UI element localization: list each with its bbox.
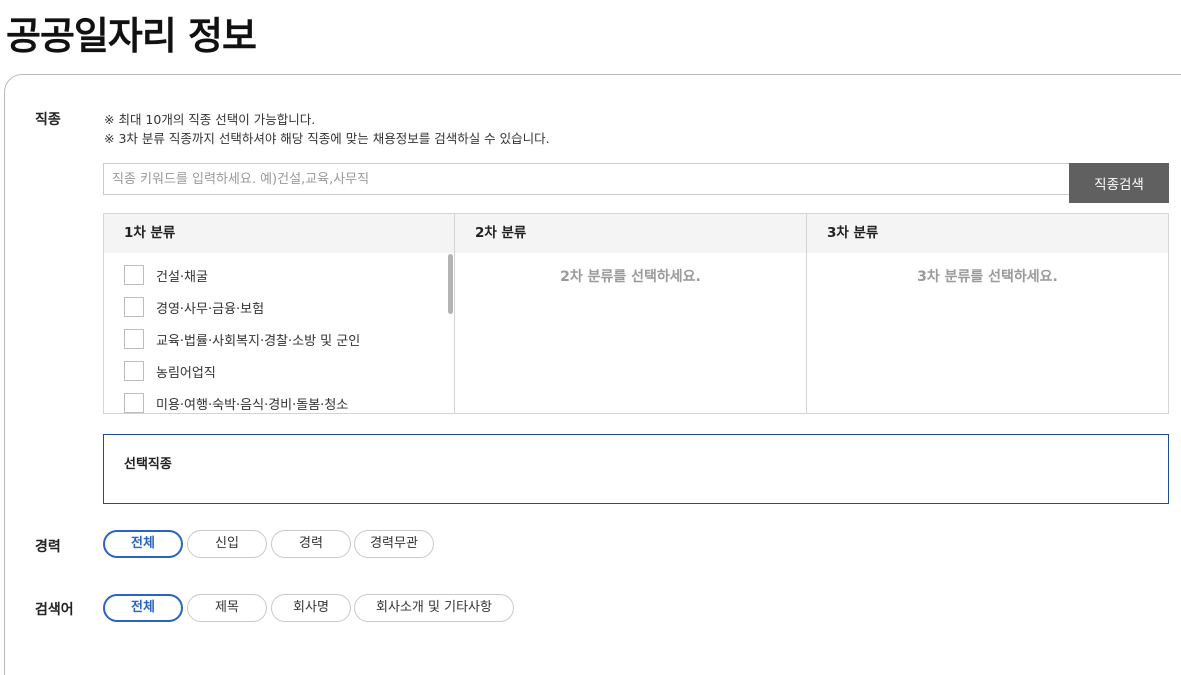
- category-item-label: 경영·사무·금융·보험: [156, 301, 265, 317]
- category-scrollbar[interactable]: [448, 254, 453, 314]
- selected-job-types: 선택직종: [103, 434, 1169, 504]
- category-item[interactable]: 경영·사무·금융·보험: [124, 295, 264, 319]
- checkbox[interactable]: [124, 265, 144, 285]
- career-option-new[interactable]: 신입: [187, 530, 267, 558]
- keyword-option-all[interactable]: 전체: [103, 594, 183, 622]
- checkbox[interactable]: [124, 361, 144, 381]
- category-header-level1: 1차 분류: [104, 214, 454, 253]
- category-header-level3: 3차 분류: [807, 214, 1168, 253]
- job-type-notice-max: ※ 최대 10개의 직종 선택이 가능합니다.: [104, 112, 316, 127]
- category-placeholder-level2: 2차 분류를 선택하세요.: [560, 269, 701, 285]
- category-item[interactable]: 미용·여행·숙박·음식·경비·돌봄·청소: [124, 391, 348, 413]
- category-item-label: 농림어업직: [156, 365, 216, 381]
- category-column-level3: 3차 분류 3차 분류를 선택하세요.: [807, 214, 1168, 413]
- keyword-option-company[interactable]: 회사명: [271, 594, 351, 622]
- job-keyword-input[interactable]: [103, 163, 1071, 195]
- category-item-label: 건설·채굴: [156, 269, 208, 285]
- category-selector: 1차 분류 건설·채굴 경영·사무·금융·보험 교육·법률·사회복지·경찰·소방…: [103, 213, 1169, 414]
- keyword-option-company-intro[interactable]: 회사소개 및 기타사항: [354, 594, 514, 622]
- checkbox[interactable]: [124, 297, 144, 317]
- job-search-button[interactable]: 직종검색: [1069, 163, 1169, 203]
- job-type-label: 직종: [35, 112, 61, 128]
- checkbox[interactable]: [124, 329, 144, 349]
- selected-job-types-title: 선택직종: [124, 457, 172, 472]
- keyword-option-title[interactable]: 제목: [187, 594, 267, 622]
- category-placeholder-level3: 3차 분류를 선택하세요.: [917, 269, 1058, 285]
- keyword-label: 검색어: [35, 602, 74, 618]
- category-column-level1: 1차 분류 건설·채굴 경영·사무·금융·보험 교육·법률·사회복지·경찰·소방…: [104, 214, 455, 413]
- category-header-level2: 2차 분류: [455, 214, 806, 253]
- career-label: 경력: [35, 539, 61, 555]
- category-item[interactable]: 건설·채굴: [124, 263, 208, 287]
- career-option-experienced[interactable]: 경력: [271, 530, 351, 558]
- category-item-label: 교육·법률·사회복지·경찰·소방 및 군인: [156, 333, 361, 349]
- category-item[interactable]: 농림어업직: [124, 359, 216, 383]
- career-option-all[interactable]: 전체: [103, 530, 183, 558]
- category-column-level2: 2차 분류 2차 분류를 선택하세요.: [455, 214, 807, 413]
- category-list-level1[interactable]: 건설·채굴 경영·사무·금융·보험 교육·법률·사회복지·경찰·소방 및 군인 …: [104, 253, 454, 413]
- category-item-label: 미용·여행·숙박·음식·경비·돌봄·청소: [156, 397, 349, 413]
- checkbox[interactable]: [124, 393, 144, 413]
- page-title: 공공일자리 정보: [6, 14, 257, 58]
- category-item[interactable]: 교육·법률·사회복지·경찰·소방 및 군인: [124, 327, 360, 351]
- job-type-notice-level: ※ 3차 분류 직종까지 선택하셔야 해당 직종에 맞는 채용정보를 검색하실 …: [104, 131, 550, 146]
- career-option-any[interactable]: 경력무관: [354, 530, 434, 558]
